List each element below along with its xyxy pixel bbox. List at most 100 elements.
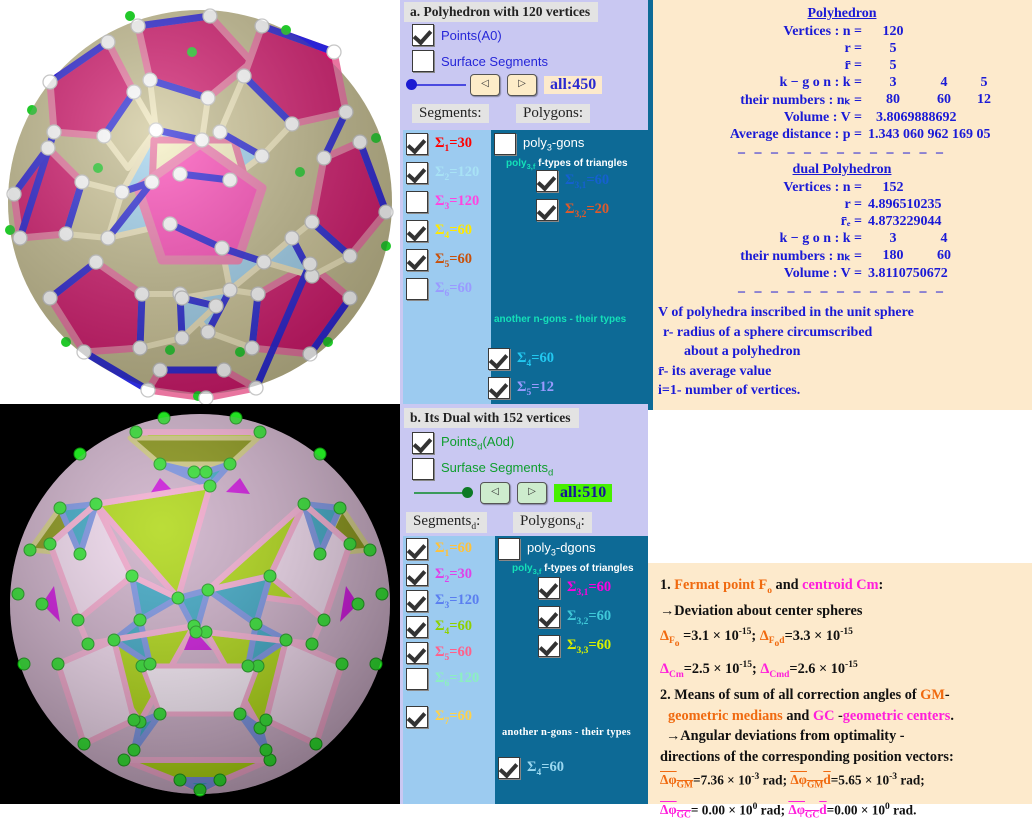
segment-label-bottom-6: Σ7=60 <box>435 707 472 727</box>
legend-line-2: r- radius of a sphere circumscribed <box>663 324 873 340</box>
polyhedron-figure-top <box>0 0 400 404</box>
ftype-checkbox-bottom-0[interactable] <box>538 577 560 599</box>
ftype-checkbox-top-0[interactable] <box>536 170 558 192</box>
right-spacer <box>648 410 1032 563</box>
segment-checkbox-top-0[interactable] <box>406 133 428 155</box>
polyhedron-figure-bottom <box>0 404 400 804</box>
ngon-checkbox-bottom-0[interactable] <box>498 757 520 779</box>
deviations-panel: 1. Fermat point Fo and centroid Cm: →Dev… <box>648 563 1032 821</box>
segment-row-top-1: Σ2=120 <box>406 162 479 184</box>
ngon-label-top-1: Σ5=12 <box>517 378 554 398</box>
segment-row-top-3: Σ4=60 <box>406 220 472 242</box>
ngon-row-top-1: Σ5=12 <box>488 377 554 399</box>
all-segments-value-top: all:450 <box>544 76 603 94</box>
info-row: r = 4.896510235 <box>844 197 942 212</box>
info-row: r = 5 <box>844 41 897 56</box>
polygons-toggle-row-bottom: poly3-dgons <box>498 538 596 560</box>
segment-checkbox-top-5[interactable] <box>406 278 428 300</box>
info-row: their numbers : nₖ = 180 60 <box>740 248 951 264</box>
segments-caption-bottom: Segmentsd: <box>406 512 488 533</box>
next-segment-button-top[interactable]: ▷ <box>507 74 537 96</box>
prev-segment-button-bottom[interactable]: ◁ <box>480 482 510 504</box>
segment-checkbox-bottom-3[interactable] <box>406 616 428 638</box>
segment-row-bottom-1: Σ2=30 <box>406 564 472 586</box>
app-window: a. Polyhedron with 120 vertices Points(A… <box>0 0 1032 821</box>
info-row: r̄ = 5 <box>844 58 897 73</box>
ftype-label-bottom-2: Σ3,3=60 <box>567 636 612 656</box>
ftypes-caption-bottom: poly3,f f-types of triangles <box>512 563 634 576</box>
segment-row-bottom-5: Σ6=120 <box>406 668 479 690</box>
segment-label-bottom-5: Σ6=120 <box>435 669 480 689</box>
info-row: k − g o n : k = 3 4 5 <box>779 75 988 90</box>
next-segment-button-bottom[interactable]: ▷ <box>517 482 547 504</box>
polyhedron-svg-top <box>0 0 400 404</box>
ftype-checkbox-bottom-2[interactable] <box>538 635 560 657</box>
segment-label-bottom-4: Σ5=60 <box>435 643 472 663</box>
deviation-line-5: 2. Means of sum of all correction angles… <box>660 687 950 703</box>
surface-segments-row-top: Surface Segments <box>412 50 548 72</box>
slider-knob-top[interactable] <box>406 79 417 90</box>
legend-line-1: V of polyhedra inscribed in the unit sph… <box>658 305 914 320</box>
segment-checkbox-bottom-4[interactable] <box>406 642 428 664</box>
points-row-top: Points(A0) <box>412 24 502 46</box>
polygons-checkbox-bottom[interactable] <box>498 538 520 560</box>
deviation-line-7: →Angular deviations from optimality - <box>666 728 905 744</box>
segment-checkbox-bottom-1[interactable] <box>406 564 428 586</box>
deviation-line-1: 1. Fermat point Fo and centroid Cm: <box>660 577 884 596</box>
polygons-checkbox-top[interactable] <box>494 133 516 155</box>
polyhedron-info-title: Polyhedron <box>807 6 877 21</box>
segment-checkbox-bottom-5[interactable] <box>406 668 428 690</box>
polygons-toggle-row-top: poly3-gons <box>494 133 584 155</box>
segment-row-bottom-3: Σ4=60 <box>406 616 472 638</box>
segment-row-top-2: Σ3=120 <box>406 191 479 213</box>
segment-checkbox-top-1[interactable] <box>406 162 428 184</box>
ngon-row-bottom-0: Σ4=60 <box>498 757 564 779</box>
ftype-row-top-1: Σ3,2=20 <box>536 199 609 221</box>
ftype-checkbox-bottom-1[interactable] <box>538 606 560 628</box>
points-label-top: Points(A0) <box>441 27 502 43</box>
prev-segment-button-top[interactable]: ◁ <box>470 74 500 96</box>
segment-label-bottom-2: Σ3=120 <box>435 591 480 611</box>
deviation-line-6: geometric medians and GC -geometric cent… <box>668 707 954 724</box>
top-panel-title-box: a. Polyhedron with 120 vertices <box>404 2 599 22</box>
segment-slider-top[interactable] <box>406 78 466 92</box>
slider-knob-bottom[interactable] <box>462 487 473 498</box>
polygons-caption-bottom: Polygonsd: <box>513 512 592 533</box>
segment-checkbox-top-2[interactable] <box>406 191 428 213</box>
ftype-checkbox-top-1[interactable] <box>536 199 558 221</box>
top-panel-title: a. Polyhedron with 120 vertices <box>404 2 599 22</box>
polygons-caption-box-bottom: Polygonsd: <box>513 512 592 533</box>
segment-checkbox-top-4[interactable] <box>406 249 428 271</box>
bottom-panel-title: b. Its Dual with 152 vertices <box>404 408 579 428</box>
segment-row-bottom-0: Σ1=60 <box>406 538 472 560</box>
ngon-checkbox-top-0[interactable] <box>488 348 510 370</box>
surface-segments-checkbox-bottom[interactable] <box>412 458 434 480</box>
another-ngons-caption-bottom: another n-gons - their types <box>502 727 631 738</box>
info-row: their numbers : nₖ = 80 60 12 <box>740 92 991 108</box>
polyhedron-svg-bottom <box>0 404 400 804</box>
segment-row-top-4: Σ5=60 <box>406 249 472 271</box>
legend-line-4: r̄- its average value <box>658 363 772 379</box>
legend-line-5: i=1- number of vertices. <box>658 383 801 398</box>
ngon-label-top-0: Σ4=60 <box>517 349 554 369</box>
info-row: Vertices : n = 120 <box>783 24 904 39</box>
ngon-checkbox-top-1[interactable] <box>488 377 510 399</box>
points-label-bottom: Pointsd(A0d) <box>441 433 515 453</box>
deviation-line-2: →Deviation about center spheres <box>660 603 863 620</box>
segment-checkbox-top-3[interactable] <box>406 220 428 242</box>
segment-label-bottom-1: Σ2=30 <box>435 565 472 585</box>
points-checkbox-top[interactable] <box>412 24 434 46</box>
segment-checkbox-bottom-6[interactable] <box>406 706 428 728</box>
segment-checkbox-bottom-2[interactable] <box>406 590 428 612</box>
segment-checkbox-bottom-0[interactable] <box>406 538 428 560</box>
surface-segments-label-top: Surface Segments <box>441 53 548 69</box>
ftype-row-bottom-0: Σ3,1=60 <box>538 577 611 599</box>
surface-segments-checkbox-top[interactable] <box>412 50 434 72</box>
segment-label-top-3: Σ4=60 <box>435 221 472 241</box>
segment-label-bottom-0: Σ1=60 <box>435 539 472 559</box>
segment-row-bottom-4: Σ5=60 <box>406 642 472 664</box>
info-row: r̄ₑ = 4.873229044 <box>840 214 942 229</box>
points-checkbox-bottom[interactable] <box>412 432 434 454</box>
ftype-label-bottom-0: Σ3,1=60 <box>567 578 612 598</box>
segment-slider-bottom[interactable] <box>414 486 474 500</box>
